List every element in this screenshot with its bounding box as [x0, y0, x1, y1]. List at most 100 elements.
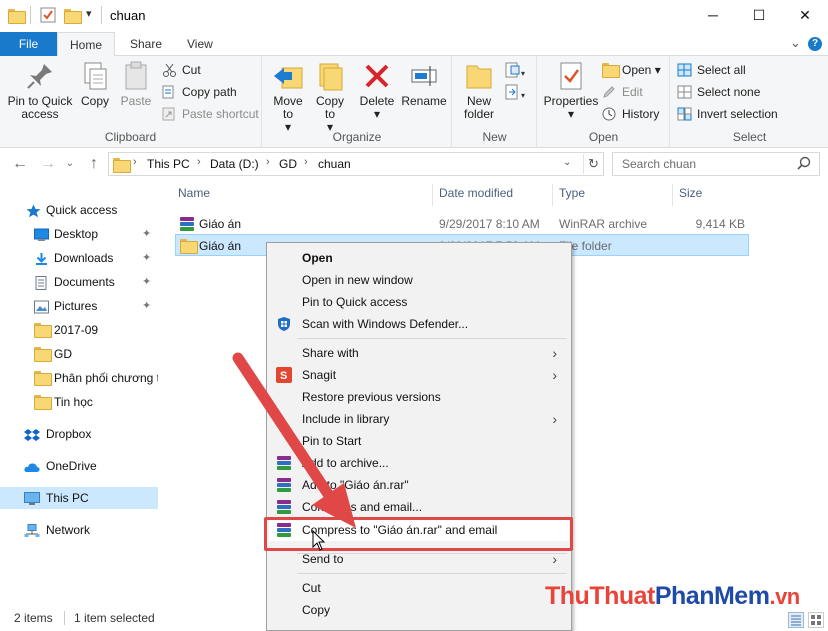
delete-button[interactable]: Delete ▾ [359, 60, 395, 121]
maximize-button[interactable]: ☐ [736, 0, 782, 30]
nav-network[interactable]: Network [0, 519, 158, 541]
nav-downloads[interactable]: Downloads ✦ [0, 247, 158, 269]
menu-item-share-with[interactable]: Share with › [269, 342, 569, 364]
select-all-button[interactable]: Select all [677, 60, 746, 80]
menu-item-add-to-rar[interactable]: Add to "Giáo án.rar" [269, 474, 569, 496]
paste-button[interactable]: Paste [118, 60, 154, 108]
ribbon: Pin to Quick access Copy Paste Cut Copy … [0, 56, 828, 148]
tab-file[interactable]: File [0, 32, 57, 56]
breadcrumb-gd[interactable]: GD [279, 157, 297, 171]
properties-label: Properties ▾ [543, 94, 599, 121]
nav-this-pc[interactable]: This PC [0, 487, 158, 509]
menu-item-label: Add to "Giáo án.rar" [302, 478, 409, 492]
pin-icon[interactable]: ✦ [142, 223, 151, 245]
pin-icon[interactable]: ✦ [142, 247, 151, 269]
folder-icon[interactable] [8, 7, 26, 24]
nav-dropbox[interactable]: Dropbox [0, 423, 158, 445]
menu-item-add-archive[interactable]: Add to archive... [269, 452, 569, 474]
scissors-icon [162, 63, 177, 77]
easy-access-icon[interactable]: ▾ [505, 84, 527, 102]
pin-icon[interactable]: ✦ [142, 295, 151, 317]
select-none-button[interactable]: Select none [677, 82, 760, 102]
search-icon[interactable] [797, 156, 811, 173]
column-divider[interactable] [552, 184, 553, 206]
tab-share[interactable]: Share [118, 32, 174, 56]
menu-item-pin-start[interactable]: Pin to Start [269, 430, 569, 452]
nav-quick-access[interactable]: Quick access [0, 199, 158, 221]
menu-item-open[interactable]: Open [269, 247, 569, 269]
cut-button[interactable]: Cut [162, 60, 201, 80]
expand-ribbon-chevron-icon[interactable]: ⌄ [790, 35, 801, 51]
submenu-chevron-icon: › [552, 345, 557, 361]
properties-quick-icon[interactable] [40, 7, 56, 23]
nav-phan-phoi-chuong[interactable]: Phân phối chương t [0, 367, 158, 389]
new-item-icon[interactable]: ▾ [505, 62, 527, 80]
breadcrumb-this-pc[interactable]: This PC [147, 157, 190, 171]
new-folder-button[interactable]: New folder [459, 60, 499, 121]
details-view-icon[interactable] [788, 612, 804, 628]
nav-pictures[interactable]: Pictures ✦ [0, 295, 158, 317]
pin-icon [24, 60, 56, 92]
search-box[interactable]: Search chuan [612, 152, 820, 176]
refresh-icon[interactable]: ↻ [583, 154, 603, 174]
menu-separator [297, 573, 567, 574]
quick-access-toolbar-dropdown[interactable]: ▾ [86, 7, 92, 20]
open-button[interactable]: Open ▾ [602, 60, 661, 80]
nav-2017-09[interactable]: 2017-09 [0, 319, 158, 341]
help-button[interactable]: ? [808, 37, 822, 51]
history-button[interactable]: History [602, 104, 659, 124]
menu-item-open-new-window[interactable]: Open in new window [269, 269, 569, 291]
close-button[interactable]: ✕ [782, 0, 828, 30]
back-arrow-icon[interactable]: ← [10, 154, 30, 174]
column-header-size[interactable]: Size [679, 186, 702, 200]
recent-locations-chevron-icon[interactable]: ⌄ [60, 154, 80, 174]
copy-path-button[interactable]: Copy path [162, 82, 237, 102]
copy-to-button[interactable]: Copy to ▾ [311, 60, 349, 134]
menu-item-scan-defender[interactable]: Scan with Windows Defender... [269, 313, 569, 335]
menu-item-cut[interactable]: Cut [269, 577, 569, 599]
menu-item-snagit[interactable]: S Snagit › [269, 364, 569, 386]
nav-gd[interactable]: GD [0, 343, 158, 365]
copy-button[interactable]: Copy [78, 60, 112, 108]
nav-documents[interactable]: Documents ✦ [0, 271, 158, 293]
column-header-date[interactable]: Date modified [439, 186, 513, 200]
desktop-icon [34, 227, 49, 241]
pin-icon[interactable]: ✦ [142, 271, 151, 293]
column-divider[interactable] [432, 184, 433, 206]
minimize-button[interactable]: ─ [690, 0, 736, 30]
forward-arrow-icon[interactable]: → [38, 154, 58, 174]
breadcrumb-chuan[interactable]: chuan [318, 157, 351, 171]
move-to-button[interactable]: Move to ▾ [269, 60, 307, 134]
table-row[interactable]: Giáo án 9/29/2017 8:10 AM WinRAR archive… [175, 213, 749, 235]
menu-item-label: Share with [302, 346, 359, 360]
rename-button[interactable]: Rename [401, 60, 447, 108]
nav-onedrive[interactable]: OneDrive [0, 455, 158, 477]
paste-shortcut-button[interactable]: Paste shortcut [162, 104, 259, 124]
properties-button[interactable]: Properties ▾ [542, 60, 600, 121]
menu-item-include-library[interactable]: Include in library › [269, 408, 569, 430]
tab-home[interactable]: Home [57, 32, 116, 57]
address-dropdown-chevron-icon[interactable]: ⌄ [563, 157, 571, 168]
breadcrumb-data-d[interactable]: Data (D:) [210, 157, 259, 171]
pictures-icon [34, 299, 49, 314]
menu-item-restore-versions[interactable]: Restore previous versions [269, 386, 569, 408]
menu-item-label: Compress and email... [302, 500, 423, 514]
edit-button[interactable]: Edit [602, 82, 643, 102]
column-divider[interactable] [672, 184, 673, 206]
up-arrow-icon[interactable]: ↑ [84, 154, 104, 174]
menu-item-copy[interactable]: Copy [269, 599, 569, 621]
nav-desktop[interactable]: Desktop ✦ [0, 223, 158, 245]
large-icons-view-icon[interactable] [808, 612, 824, 628]
address-bar[interactable]: › This PC › Data (D:) › GD › chuan ⌄ ↻ [108, 152, 604, 176]
column-header-type[interactable]: Type [559, 186, 585, 200]
tab-view[interactable]: View [175, 32, 225, 56]
menu-item-pin-quick-access[interactable]: Pin to Quick access [269, 291, 569, 313]
search-input[interactable]: Search chuan [622, 157, 696, 171]
nav-tin-hoc[interactable]: Tin học [0, 391, 158, 413]
menu-item-compress-email[interactable]: Compress and email... [269, 496, 569, 518]
new-folder-quick-icon[interactable] [64, 7, 82, 24]
svg-text:S: S [280, 370, 287, 382]
column-header-name[interactable]: Name [178, 186, 210, 200]
pin-to-quick-access-button[interactable]: Pin to Quick access [4, 60, 76, 121]
invert-selection-button[interactable]: Invert selection [677, 104, 778, 124]
